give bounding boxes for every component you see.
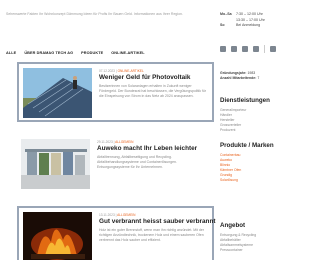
- instagram-icon[interactable]: [242, 46, 248, 52]
- linkedin-icon[interactable]: [253, 46, 259, 52]
- hours-time: Bei Anmeldung: [236, 23, 261, 28]
- article-title[interactable]: Gut verbrannt heisst sauber verbrannt: [99, 218, 215, 225]
- company-info: Gründungsjahr: 1983 Anzahl Mitarbeitende…: [220, 71, 259, 81]
- list-item[interactable]: Produzent: [220, 128, 246, 133]
- info-label: Anzahl Mitarbeitende:: [220, 76, 257, 80]
- social-links: [220, 45, 276, 53]
- products-heading: Produkte / Marken: [220, 142, 274, 149]
- article-title[interactable]: Weniger Geld für Photovoltaik: [99, 74, 191, 81]
- share-icon[interactable]: [270, 46, 276, 52]
- opening-hours: Mo–Sa 7:30 – 12:00 Uhr 13:30 – 17:00 Uhr …: [220, 12, 265, 29]
- hours-day: So: [220, 23, 225, 28]
- category-nav: ALLE ÜBER DRAMAG TECH AG PRODUKTE ONLINE…: [6, 51, 145, 55]
- products-list: Containerbau Auweko Blinnio Kärntner Ofe…: [220, 153, 241, 184]
- solar-photo[interactable]: [23, 68, 92, 118]
- info-value: 1983: [247, 71, 256, 75]
- article-date: 07.12.2023: [99, 69, 115, 73]
- bins-photo[interactable]: [21, 139, 90, 189]
- article-title[interactable]: Auweko macht Ihr Leben leichter: [97, 145, 197, 152]
- article-date: 13.11.2023: [99, 213, 115, 217]
- offer-list: Entsorgung & Recycling Abfallbehälter Ab…: [220, 233, 256, 253]
- info-label: Gründungsjahr:: [220, 71, 247, 75]
- list-item[interactable]: Presscontainer: [220, 248, 256, 253]
- hours-row: So Bei Anmeldung: [220, 23, 265, 29]
- article-meta: 13.11.2023 | ALLGEMEIN: [99, 213, 136, 217]
- article-excerpt: Besitzerinnen von Solaranlagen erhalten …: [99, 84, 207, 99]
- article-date: 29.11.2023: [97, 140, 113, 144]
- nav-item-produkte[interactable]: PRODUKTE: [81, 51, 103, 55]
- article-category[interactable]: ONLINE-ARTIKEL: [118, 69, 144, 73]
- article-excerpt: Abfalltrennung, Abfallbeseitigung und Re…: [97, 155, 177, 170]
- article-meta: 29.11.2023 | ALLGEMEIN: [97, 140, 134, 144]
- offer-heading: Angebot: [220, 222, 246, 229]
- fire-photo[interactable]: [23, 212, 92, 260]
- top-note: Sehenswerte Fakten Ihr Wohnkonzept Dämmu…: [6, 12, 183, 16]
- info-value: 7: [257, 76, 260, 80]
- divider: [264, 45, 265, 53]
- article-meta: 07.12.2023 | ONLINE-ARTIKEL: [99, 69, 144, 73]
- article-excerpt: Holz ist ein guter Brennstoff, wenn man …: [99, 228, 204, 243]
- info-row: Anzahl Mitarbeitende: 7: [220, 76, 259, 81]
- nav-item-alle[interactable]: ALLE: [6, 51, 16, 55]
- article-card[interactable]: 13.11.2023 | ALLGEMEIN Gut verbrannt hei…: [17, 206, 215, 260]
- list-item[interactable]: Solarlösung: [220, 178, 241, 183]
- article-category[interactable]: ALLGEMEIN: [117, 213, 135, 217]
- facebook-icon[interactable]: [220, 46, 226, 52]
- article-category[interactable]: ALLGEMEIN: [115, 140, 133, 144]
- article-card[interactable]: 29.11.2023 | ALLGEMEIN Auweko macht Ihr …: [17, 135, 214, 195]
- services-list: Generalimporteur Händler Hersteller Gros…: [220, 108, 246, 133]
- article-card[interactable]: 07.12.2023 | ONLINE-ARTIKEL Weniger Geld…: [17, 62, 214, 122]
- xing-icon[interactable]: [231, 46, 237, 52]
- nav-item-online-artikel[interactable]: ONLINE-ARTIKEL: [111, 51, 144, 55]
- services-heading: Dienstleistungen: [220, 97, 270, 104]
- nav-item-ueber[interactable]: ÜBER DRAMAG TECH AG: [24, 51, 73, 55]
